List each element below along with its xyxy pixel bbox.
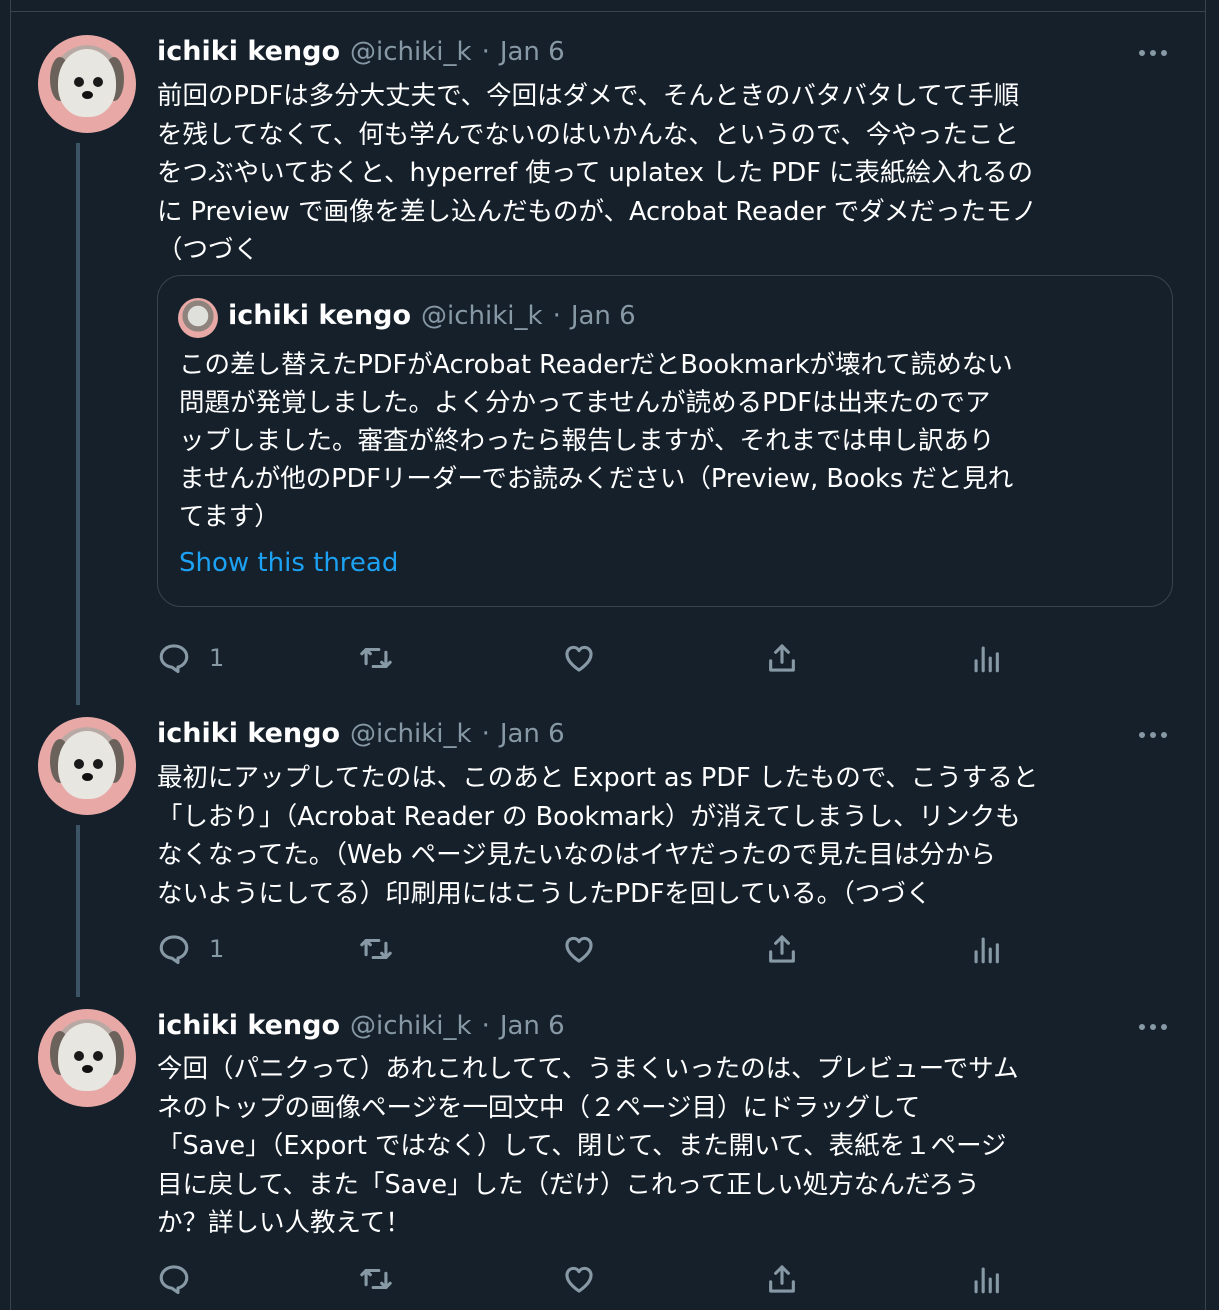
share-icon	[769, 935, 795, 963]
tweet-text: 前回のPDFは多分大丈夫で、今回はダメで、そんときのバタバタしてて手順 を残して…	[157, 81, 1038, 265]
column-border-right	[1205, 0, 1206, 1310]
author-handle[interactable]: @ichiki_k	[350, 719, 472, 749]
reply-count: 1	[209, 935, 225, 963]
separator-dot: ·	[481, 1011, 490, 1041]
share-button[interactable]	[765, 638, 799, 678]
reply-button[interactable]: 1	[157, 638, 224, 678]
retweet-icon	[360, 647, 392, 669]
reply-button[interactable]	[157, 1259, 209, 1299]
separator-dot: ·	[481, 37, 490, 67]
tweet-date[interactable]: Jan 6	[500, 719, 565, 749]
share-button[interactable]	[765, 1259, 799, 1299]
avatar[interactable]	[38, 717, 136, 815]
analytics-icon	[974, 1267, 999, 1294]
tweet-actions	[157, 1259, 999, 1299]
tweet-actions: 1	[157, 929, 999, 969]
tweet[interactable]: ichiki kengo @ichiki_k · Jan 6 前回のPDFは多分…	[11, 0, 1205, 705]
like-button[interactable]	[562, 1259, 596, 1299]
show-thread-link[interactable]: Show this thread	[179, 548, 398, 578]
tweet-text: 最初にアップしてたのは、このあと Export as PDF したもので、こうす…	[157, 763, 1039, 909]
quoted-author-name: ichiki kengo	[228, 300, 411, 331]
reply-icon	[159, 1265, 189, 1295]
analytics-button[interactable]	[969, 638, 1003, 678]
like-icon	[565, 936, 593, 963]
analytics-button[interactable]	[969, 929, 1003, 969]
tweet-actions: 1	[157, 638, 999, 678]
tweet-header: ichiki kengo @ichiki_k · Jan 6	[157, 36, 565, 72]
author-name[interactable]: ichiki kengo	[157, 1010, 340, 1041]
tweet-date[interactable]: Jan 6	[500, 1011, 565, 1041]
retweet-icon	[360, 938, 392, 960]
reply-icon	[159, 935, 189, 965]
quoted-header: ichiki kengo @ichiki_k · Jan 6	[228, 300, 636, 331]
share-button[interactable]	[765, 929, 799, 969]
like-button[interactable]	[562, 638, 596, 678]
tweet-header: ichiki kengo @ichiki_k · Jan 6	[157, 718, 565, 754]
separator-dot: ·	[552, 301, 561, 331]
analytics-button[interactable]	[969, 1259, 1003, 1299]
more-icon[interactable]	[1139, 1017, 1171, 1037]
avatar[interactable]	[38, 1009, 136, 1107]
retweet-button[interactable]	[359, 929, 393, 969]
analytics-icon	[974, 646, 999, 673]
like-icon	[565, 645, 593, 672]
share-icon	[769, 1265, 795, 1293]
tweet-header: ichiki kengo @ichiki_k · Jan 6	[157, 1010, 565, 1046]
tweet-text: 今回（パニクって）あれこれしてて、うまくいったのは、プレビューでサム ネのトップ…	[157, 1054, 1019, 1238]
more-icon[interactable]	[1139, 43, 1171, 63]
thread-connector	[76, 825, 80, 997]
retweet-button[interactable]	[359, 638, 393, 678]
timeline-frame: ichiki kengo @ichiki_k · Jan 6 前回のPDFは多分…	[0, 0, 1219, 1310]
author-handle[interactable]: @ichiki_k	[350, 37, 472, 67]
author-name[interactable]: ichiki kengo	[157, 718, 340, 749]
separator-dot: ·	[481, 719, 490, 749]
like-button[interactable]	[562, 929, 596, 969]
reply-icon	[159, 644, 189, 674]
like-icon	[565, 1266, 593, 1293]
author-name[interactable]: ichiki kengo	[157, 36, 340, 67]
avatar[interactable]	[38, 35, 136, 133]
quoted-author-handle: @ichiki_k	[421, 301, 543, 331]
tweet-date[interactable]: Jan 6	[500, 37, 565, 67]
reply-button[interactable]: 1	[157, 929, 224, 969]
quoted-date: Jan 6	[570, 301, 636, 331]
quoted-avatar	[178, 298, 218, 338]
share-icon	[769, 644, 795, 672]
analytics-icon	[974, 937, 999, 964]
retweet-icon	[360, 1268, 392, 1290]
quoted-tweet[interactable]: ichiki kengo @ichiki_k · Jan 6 この差し替えたPD…	[157, 275, 1173, 607]
retweet-button[interactable]	[359, 1259, 393, 1299]
reply-count: 1	[209, 644, 225, 672]
more-icon[interactable]	[1139, 725, 1171, 745]
author-handle[interactable]: @ichiki_k	[350, 1011, 472, 1041]
quoted-text: この差し替えたPDFがAcrobat ReaderだとBookmarkが壊れて読…	[179, 350, 1014, 532]
